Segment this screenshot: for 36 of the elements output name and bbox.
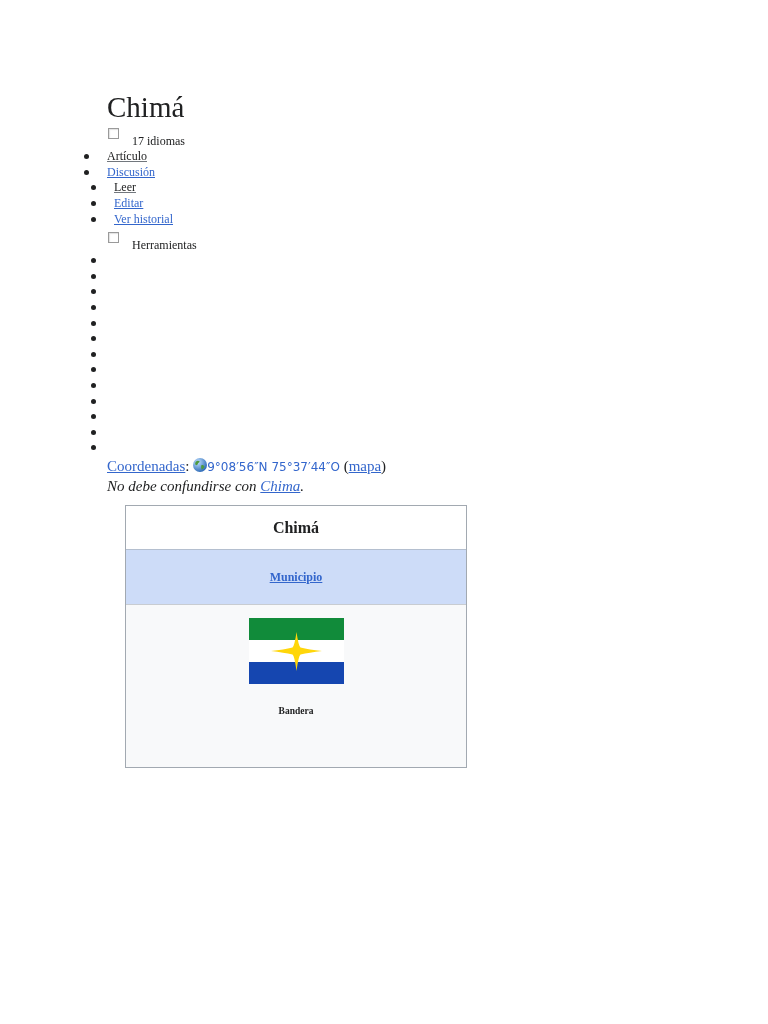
bullet-icon	[90, 185, 96, 191]
namespace-tab[interactable]: Artículo	[107, 149, 147, 165]
hatnote-text: No debe confundirse con Chima.	[107, 476, 306, 496]
tools-label[interactable]: Herramientas	[132, 237, 197, 253]
coordinates-text: Coordenadas: 9°08′56″N 75°37′44″O (mapa)	[107, 456, 388, 476]
bullet-icon	[90, 383, 96, 388]
bullet-icon	[90, 305, 96, 311]
view-tab[interactable]: Editar	[114, 196, 144, 212]
bullet-icon	[83, 154, 89, 160]
flag-caption: Bandera	[278, 704, 314, 717]
page-title: Chimá	[107, 90, 186, 124]
bullet-icon	[83, 169, 89, 175]
bullet-icon	[90, 258, 96, 264]
bullet-icon	[90, 414, 96, 420]
languages-label[interactable]: 17 idiomas	[132, 134, 185, 149]
languages-checkbox[interactable]	[108, 128, 119, 139]
bullet-icon	[90, 367, 96, 373]
bullet-icon	[90, 398, 96, 404]
map-link[interactable]: mapa	[348, 457, 382, 474]
bullet-icon	[90, 273, 96, 279]
bullet-icon	[90, 201, 96, 207]
bullet-icon	[90, 216, 96, 222]
infobox-subheader-link[interactable]: Municipio	[269, 570, 323, 585]
bullet-icon	[90, 445, 96, 451]
bullet-icon	[90, 320, 96, 326]
view-tab[interactable]: Leer	[114, 180, 136, 196]
coordinates-value-link[interactable]: 9°08′56″N 75°37′44″O	[207, 459, 340, 474]
bullet-icon	[90, 429, 96, 435]
bullet-icon	[90, 351, 96, 357]
globe-icon	[193, 457, 208, 472]
tools-checkbox[interactable]	[108, 231, 119, 243]
infobox-title: Chimá	[272, 518, 320, 536]
view-tab[interactable]: Ver historial	[114, 211, 173, 227]
bullet-icon	[90, 289, 96, 295]
bullet-icon	[90, 336, 96, 342]
namespace-tab[interactable]: Discusión	[107, 164, 155, 180]
